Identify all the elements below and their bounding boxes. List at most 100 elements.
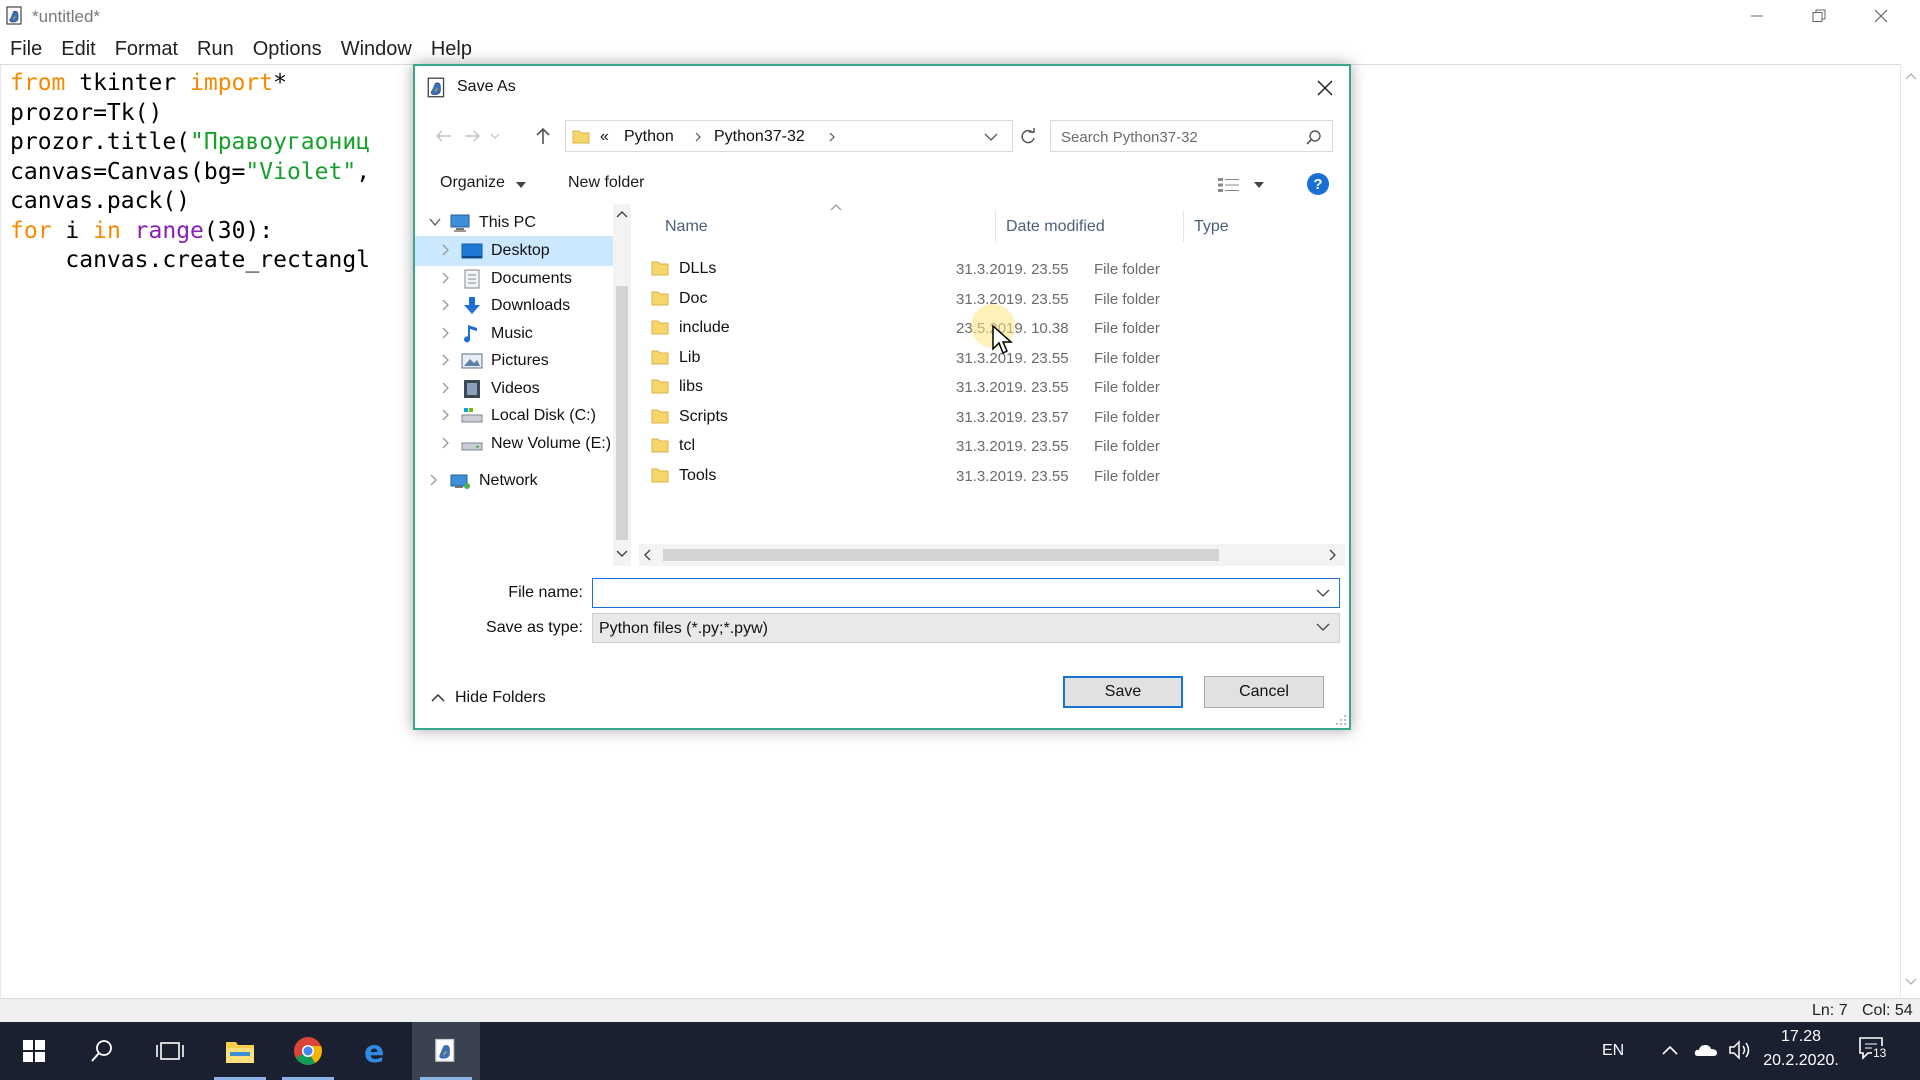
chevron-down-icon[interactable] (429, 216, 441, 230)
chrome-taskbar-button[interactable] (274, 1022, 342, 1080)
nav-item-pictures[interactable]: Pictures (415, 346, 615, 376)
menu-options[interactable]: Options (243, 34, 331, 64)
menu-help[interactable]: Help (421, 34, 481, 64)
scroll-down-icon[interactable] (616, 550, 628, 558)
breadcrumb-python37-32[interactable]: Python37-32 (714, 128, 805, 146)
chevron-right-icon[interactable] (441, 437, 451, 452)
code-line[interactable]: prozor=Tk() (10, 99, 370, 129)
resize-grip-icon[interactable] (1335, 714, 1347, 726)
cancel-button[interactable]: Cancel (1204, 676, 1324, 708)
chevron-down-icon[interactable] (984, 132, 998, 142)
save-button[interactable]: Save (1063, 676, 1183, 708)
scroll-right-icon[interactable] (1329, 549, 1337, 561)
code-line[interactable]: canvas.pack() (10, 187, 370, 217)
nav-item-documents[interactable]: Documents (415, 264, 615, 294)
refresh-button[interactable] (1015, 124, 1041, 150)
nav-item-downloads[interactable]: Downloads (415, 291, 615, 321)
nav-item-music[interactable]: Music (415, 319, 615, 349)
start-button[interactable] (0, 1022, 68, 1080)
menu-run[interactable]: Run (187, 34, 243, 64)
code-line[interactable]: from tkinter import* (10, 69, 370, 99)
file-row[interactable]: tcl 31.3.2019. 23.55 File folder (639, 431, 1339, 461)
minimize-button[interactable] (1726, 0, 1788, 32)
task-view-button[interactable] (136, 1022, 204, 1080)
clock-date[interactable]: 20.2.2020. (1762, 1052, 1840, 1070)
chevron-right-icon[interactable] (441, 354, 451, 369)
new-folder-button[interactable]: New folder (568, 174, 644, 192)
scroll-left-icon[interactable] (643, 549, 651, 561)
file-name-input[interactable] (593, 579, 1303, 607)
code-line[interactable]: canvas=Canvas(bg="Violet", (10, 158, 370, 188)
file-explorer-taskbar-button[interactable] (206, 1022, 274, 1080)
column-name[interactable]: Name (665, 218, 708, 236)
scroll-thumb[interactable] (616, 286, 628, 540)
chevron-right-icon[interactable] (441, 244, 451, 259)
code-line[interactable]: prozor.title("Правоугаониц (10, 128, 370, 158)
chevron-right-icon[interactable] (441, 299, 451, 314)
close-window-button[interactable] (1850, 0, 1912, 32)
recent-locations-button[interactable] (487, 122, 503, 150)
organize-button[interactable]: Organize (440, 174, 505, 192)
column-date-modified[interactable]: Date modified (1006, 218, 1105, 236)
column-divider[interactable] (1183, 210, 1184, 242)
search-box[interactable]: Search Python37-32 (1050, 120, 1333, 152)
file-row[interactable]: Tools 31.3.2019. 23.55 File folder (639, 461, 1339, 491)
chevron-right-icon[interactable] (441, 382, 451, 397)
chevron-down-icon[interactable] (1315, 585, 1333, 603)
scroll-up-icon[interactable] (616, 210, 628, 218)
up-button[interactable] (529, 122, 557, 150)
onedrive-icon[interactable] (1694, 1042, 1718, 1058)
column-divider[interactable] (995, 210, 996, 242)
menu-edit[interactable]: Edit (51, 34, 104, 64)
nav-item-desktop[interactable]: Desktop (415, 236, 615, 266)
navigation-pane: This PC Desktop Documents Downloads Music Pic… (415, 204, 633, 570)
column-type[interactable]: Type (1194, 218, 1229, 236)
scroll-up-icon[interactable] (1905, 72, 1917, 80)
code-text[interactable]: from tkinter import* prozor=Tk() prozor.ti… (10, 69, 370, 276)
menu-window[interactable]: Window (331, 34, 421, 64)
edge-taskbar-button[interactable]: e (342, 1022, 410, 1080)
menu-format[interactable]: Format (105, 34, 187, 64)
action-center-button[interactable]: 13 (1858, 1036, 1888, 1064)
search-button[interactable] (68, 1022, 136, 1080)
chevron-right-icon[interactable] (429, 474, 439, 489)
view-options-icon[interactable] (1217, 177, 1241, 193)
breadcrumb-overflow[interactable]: « (600, 128, 609, 146)
address-bar[interactable]: « Python Python37-32 (565, 120, 1013, 152)
nav-item-new-volume-e[interactable]: New Volume (E:) (415, 429, 615, 459)
back-button[interactable] (429, 122, 457, 150)
file-row[interactable]: DLLs 31.3.2019. 23.55 File folder (639, 254, 1339, 284)
volume-icon[interactable] (1728, 1040, 1754, 1060)
input-language[interactable]: EN (1602, 1042, 1624, 1060)
chevron-right-icon[interactable] (441, 409, 451, 424)
idle-app-icon (6, 6, 22, 25)
chevron-right-icon[interactable] (441, 327, 451, 342)
code-line[interactable]: canvas.create_rectangl (10, 246, 370, 276)
clock-time[interactable]: 17.28 (1766, 1028, 1836, 1046)
save-type-select[interactable]: Python files (*.py;*.pyw) (592, 613, 1340, 643)
restore-button[interactable] (1788, 0, 1850, 32)
chevron-up-icon[interactable] (1662, 1045, 1678, 1055)
menu-file[interactable]: File (0, 34, 51, 64)
scroll-thumb[interactable] (663, 549, 1219, 561)
breadcrumb-python[interactable]: Python (624, 128, 674, 146)
nav-item-network[interactable]: Network (415, 466, 615, 496)
nav-item-local-disk-c[interactable]: Local Disk (C:) (415, 401, 615, 431)
help-icon[interactable]: ? (1307, 173, 1329, 195)
nav-pane-scrollbar[interactable] (613, 204, 631, 566)
chevron-right-icon[interactable] (441, 272, 451, 287)
forward-button[interactable] (459, 122, 487, 150)
caret-down-icon[interactable] (1253, 181, 1265, 189)
file-name-field[interactable] (592, 578, 1340, 608)
file-row[interactable]: Scripts 31.3.2019. 23.57 File folder (639, 402, 1339, 432)
idle-taskbar-button[interactable] (412, 1022, 480, 1080)
nav-item-this-pc[interactable]: This PC (415, 208, 615, 238)
scroll-down-icon[interactable] (1905, 978, 1917, 986)
file-row[interactable]: libs 31.3.2019. 23.55 File folder (639, 372, 1339, 402)
file-list-hscrollbar[interactable] (639, 544, 1345, 566)
dialog-close-button[interactable] (1307, 70, 1343, 106)
nav-item-videos[interactable]: Videos (415, 374, 615, 404)
code-line[interactable]: for i in range(30): (10, 217, 370, 247)
hide-folders-button[interactable]: Hide Folders (431, 686, 561, 712)
editor-scrollbar[interactable] (1900, 64, 1920, 998)
